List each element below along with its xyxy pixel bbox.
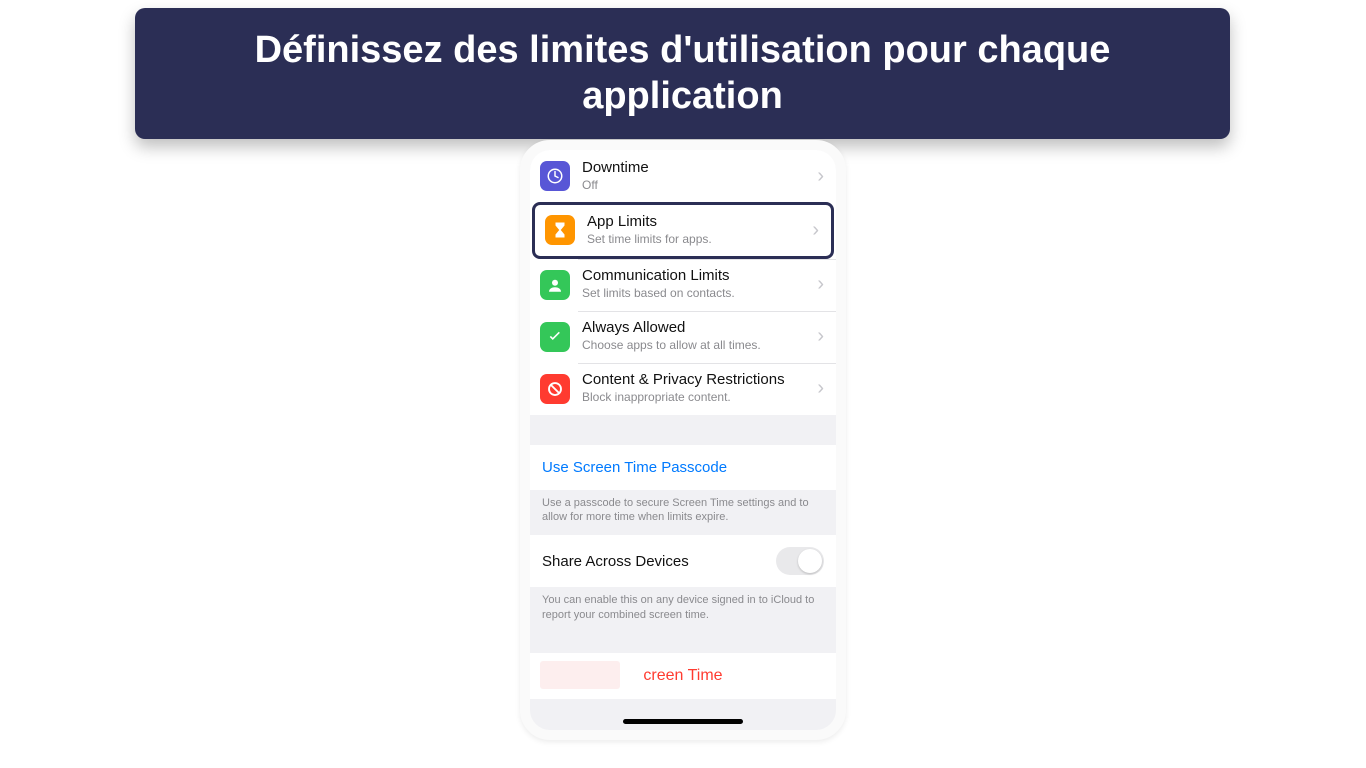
- block-icon: [540, 374, 570, 404]
- chevron-right-icon: ›: [817, 325, 824, 348]
- downtime-title: Downtime: [582, 159, 811, 177]
- row-always-allowed[interactable]: Always Allowed Choose apps to allow at a…: [530, 311, 836, 363]
- moon-icon: [540, 161, 570, 191]
- share-across-devices-row: Share Across Devices: [530, 535, 836, 587]
- communication-title: Communication Limits: [582, 267, 811, 285]
- passcode-link-text: Use Screen Time Passcode: [542, 459, 727, 476]
- turnoff-label: creen Time: [643, 667, 722, 684]
- chevron-right-icon: ›: [812, 219, 819, 242]
- content-sub: Block inappropriate content.: [582, 390, 811, 406]
- always-sub: Choose apps to allow at all times.: [582, 338, 811, 354]
- row-text: App Limits Set time limits for apps.: [587, 213, 806, 248]
- spacer: [530, 415, 836, 445]
- spacer: [530, 633, 836, 653]
- applimits-title: App Limits: [587, 213, 806, 231]
- hourglass-icon: [545, 215, 575, 245]
- row-communication-limits[interactable]: Communication Limits Set limits based on…: [530, 259, 836, 311]
- row-text: Always Allowed Choose apps to allow at a…: [582, 319, 811, 354]
- redaction-patch: [540, 661, 620, 689]
- share-label: Share Across Devices: [542, 553, 689, 570]
- settings-group: Downtime Off › App Limits Set time limit…: [530, 150, 836, 415]
- communication-sub: Set limits based on contacts.: [582, 286, 811, 302]
- use-passcode-link[interactable]: Use Screen Time Passcode: [530, 445, 836, 490]
- chevron-right-icon: ›: [817, 273, 824, 296]
- phone-frame: Downtime Off › App Limits Set time limit…: [520, 140, 846, 740]
- always-title: Always Allowed: [582, 319, 811, 337]
- content-title: Content & Privacy Restrictions: [582, 371, 811, 389]
- share-toggle[interactable]: [776, 547, 824, 575]
- row-app-limits[interactable]: App Limits Set time limits for apps. ›: [532, 202, 834, 259]
- applimits-sub: Set time limits for apps.: [587, 232, 806, 248]
- row-downtime[interactable]: Downtime Off ›: [530, 150, 836, 202]
- row-text: Content & Privacy Restrictions Block ina…: [582, 371, 811, 406]
- row-content-restrictions[interactable]: Content & Privacy Restrictions Block ina…: [530, 363, 836, 415]
- row-text: Communication Limits Set limits based on…: [582, 267, 811, 302]
- share-hint: You can enable this on any device signed…: [530, 587, 836, 633]
- banner-text: Définissez des limites d'utilisation pou…: [255, 29, 1111, 117]
- downtime-sub: Off: [582, 178, 811, 194]
- checkmark-icon: [540, 322, 570, 352]
- chevron-right-icon: ›: [817, 165, 824, 188]
- passcode-hint: Use a passcode to secure Screen Time set…: [530, 490, 836, 536]
- row-text: Downtime Off: [582, 159, 811, 194]
- contacts-icon: [540, 270, 570, 300]
- home-indicator[interactable]: [623, 719, 743, 724]
- turn-off-screentime-button[interactable]: creen Time: [530, 653, 836, 699]
- chevron-right-icon: ›: [817, 377, 824, 400]
- instruction-banner: Définissez des limites d'utilisation pou…: [135, 8, 1230, 139]
